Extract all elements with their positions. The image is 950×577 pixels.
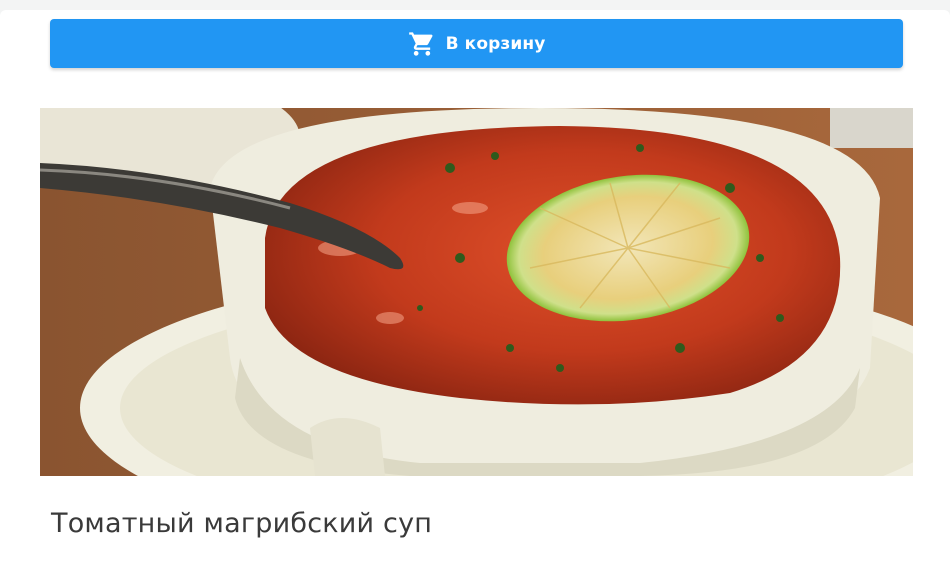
add-to-cart-label: В корзину (445, 33, 546, 54)
shopping-cart-icon (408, 30, 436, 58)
dish-photo (40, 108, 913, 476)
soup-illustration (40, 108, 913, 476)
dish-title: Томатный магрибский суп (51, 508, 433, 539)
add-to-cart-button[interactable]: В корзину (50, 19, 903, 68)
